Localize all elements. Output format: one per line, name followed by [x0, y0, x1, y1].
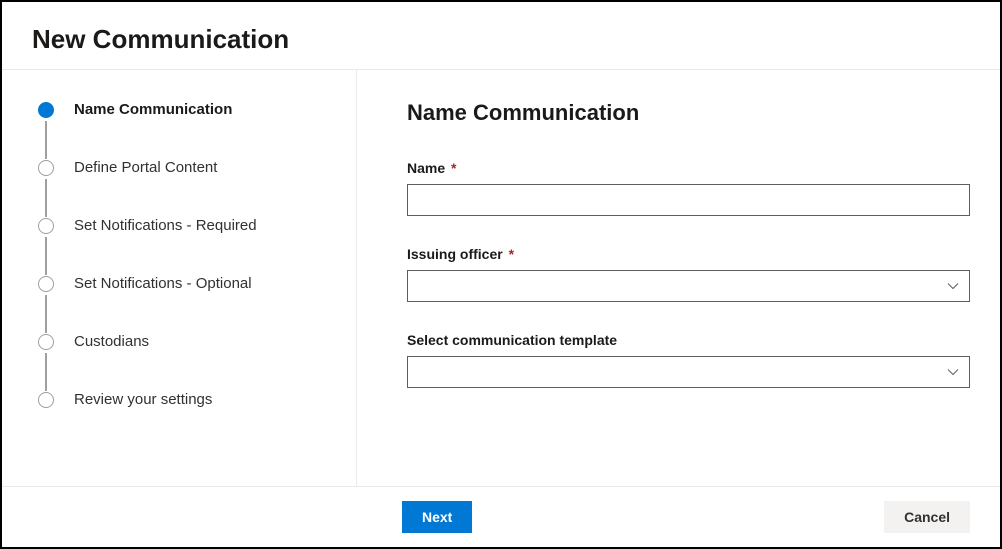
step-define-portal-content[interactable]: Define Portal Content	[38, 158, 336, 216]
step-label: Define Portal Content	[74, 158, 217, 216]
next-button[interactable]: Next	[402, 501, 472, 533]
step-label: Name Communication	[74, 100, 232, 158]
chevron-down-icon	[947, 280, 959, 292]
wizard-footer: Next Cancel	[2, 486, 1000, 547]
step-marker-current	[38, 102, 54, 118]
step-set-notifications-optional[interactable]: Set Notifications - Optional	[38, 274, 336, 332]
step-marker	[38, 218, 54, 234]
step-label: Custodians	[74, 332, 149, 390]
step-name-communication[interactable]: Name Communication	[38, 100, 336, 158]
step-marker	[38, 276, 54, 292]
issuing-officer-select[interactable]	[407, 270, 970, 302]
field-template: Select communication template	[407, 332, 970, 388]
step-label: Set Notifications - Optional	[74, 274, 252, 332]
field-name: Name *	[407, 160, 970, 216]
issuing-officer-label-text: Issuing officer	[407, 246, 503, 262]
step-marker	[38, 392, 54, 408]
required-asterisk: *	[451, 160, 456, 176]
name-label: Name *	[407, 160, 970, 176]
page-title: New Communication	[32, 24, 970, 55]
step-label: Review your settings	[74, 390, 212, 448]
cancel-button[interactable]: Cancel	[884, 501, 970, 533]
step-review-settings[interactable]: Review your settings	[38, 390, 336, 448]
wizard-body: Name Communication Define Portal Content…	[2, 70, 1000, 486]
field-issuing-officer: Issuing officer *	[407, 246, 970, 302]
step-connector	[45, 237, 47, 275]
name-label-text: Name	[407, 160, 445, 176]
step-connector	[45, 295, 47, 333]
chevron-down-icon	[947, 366, 959, 378]
template-label: Select communication template	[407, 332, 970, 348]
step-marker	[38, 334, 54, 350]
step-connector	[45, 353, 47, 391]
step-marker	[38, 160, 54, 176]
form-heading: Name Communication	[407, 100, 970, 126]
name-input[interactable]	[407, 184, 970, 216]
template-select[interactable]	[407, 356, 970, 388]
step-connector	[45, 121, 47, 159]
step-label: Set Notifications - Required	[74, 216, 257, 274]
wizard-header: New Communication	[2, 2, 1000, 70]
form-pane: Name Communication Name * Issuing office…	[357, 70, 1000, 486]
step-custodians[interactable]: Custodians	[38, 332, 336, 390]
step-set-notifications-required[interactable]: Set Notifications - Required	[38, 216, 336, 274]
wizard-steps: Name Communication Define Portal Content…	[2, 70, 357, 486]
issuing-officer-label: Issuing officer *	[407, 246, 970, 262]
step-connector	[45, 179, 47, 217]
required-asterisk: *	[509, 246, 514, 262]
